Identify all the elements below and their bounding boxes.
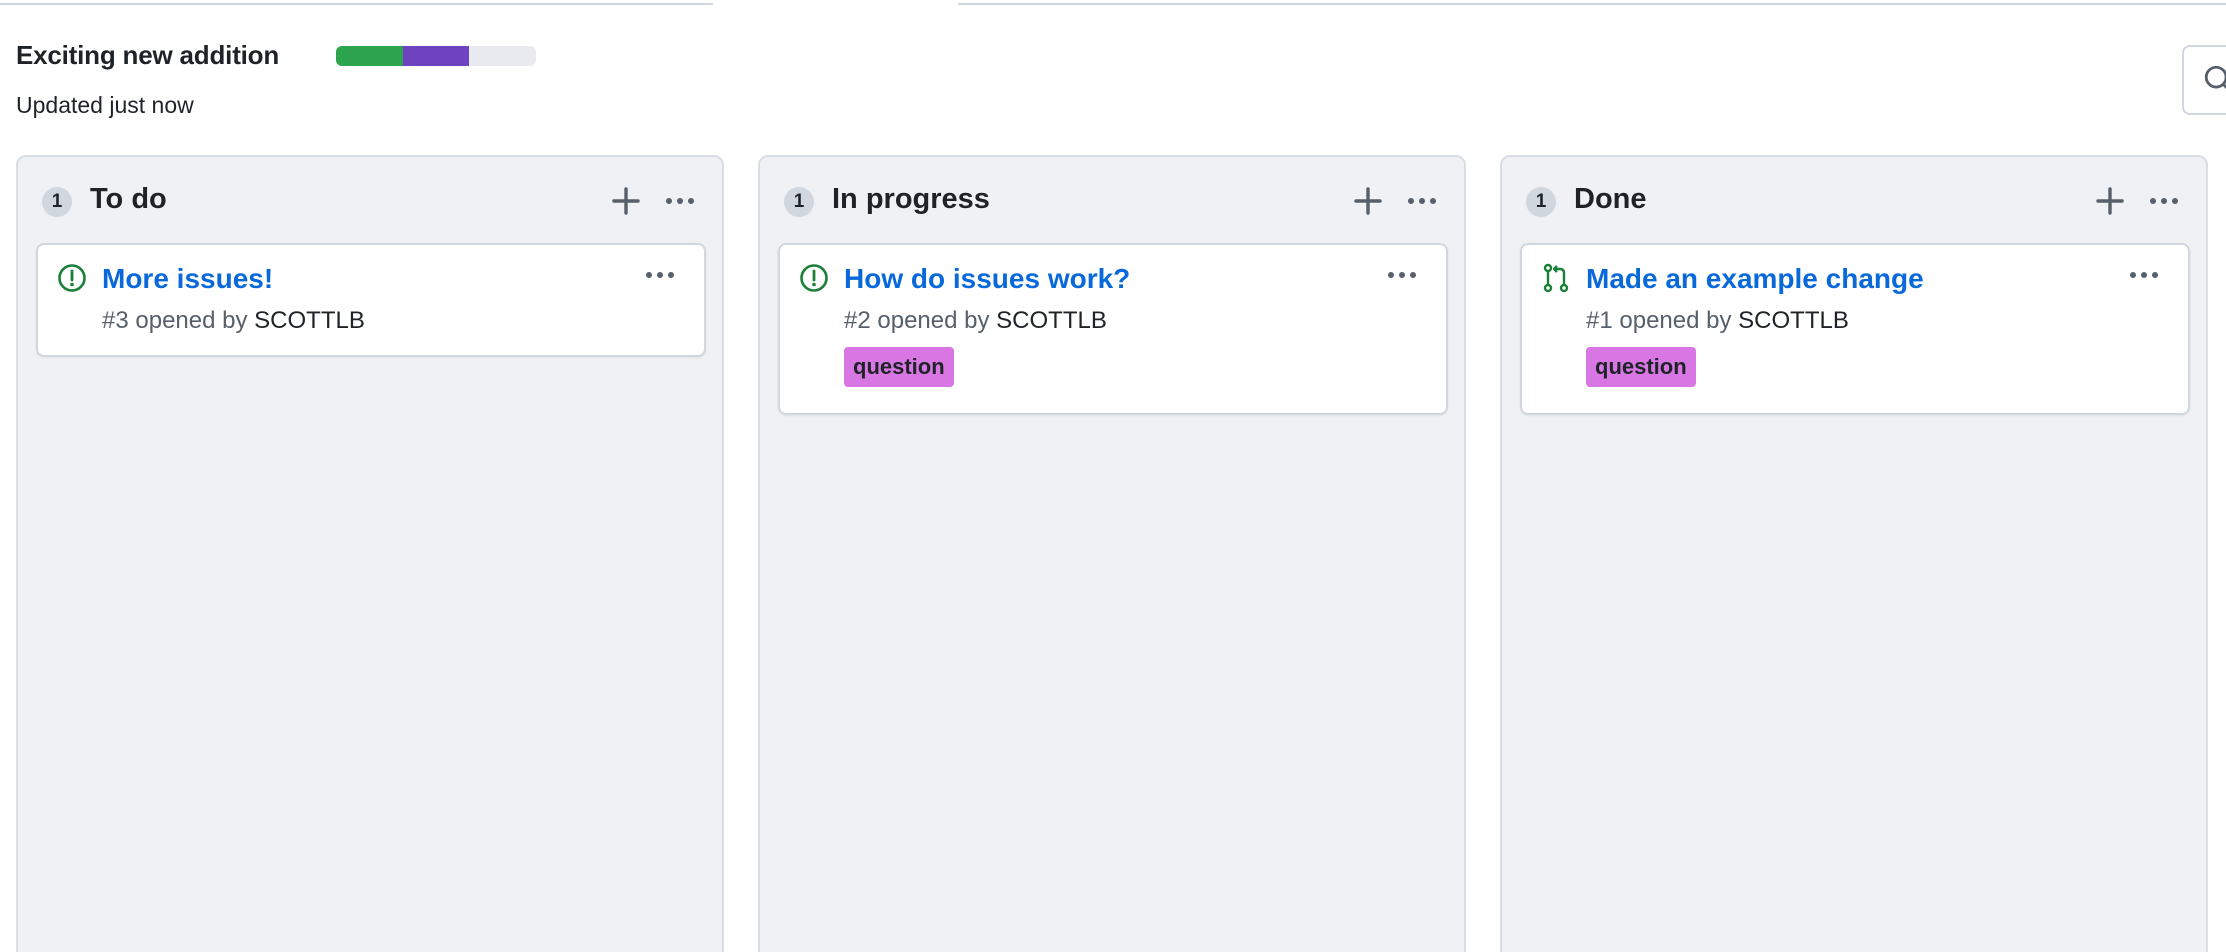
pull-request-card[interactable]: Made an example change #1 opened by SCOT… xyxy=(1520,243,2190,415)
issue-number: #2 xyxy=(844,307,871,334)
column-title: To do xyxy=(90,183,167,215)
project-title: Exciting new addition xyxy=(16,40,280,70)
tab-strip-divider xyxy=(958,0,2226,5)
plus-icon xyxy=(612,187,640,215)
tab-strip-divider xyxy=(0,0,713,5)
column-menu-button[interactable] xyxy=(1402,181,1442,221)
column-to-do: 1 To do More issues! #3 opened by SCOTTL… xyxy=(16,155,724,952)
project-progress-bar xyxy=(336,46,536,66)
card-title-link[interactable]: Made an example change xyxy=(1586,263,1924,295)
add-card-button[interactable] xyxy=(2090,181,2130,221)
issue-opened-icon xyxy=(58,264,86,292)
column-menu-button[interactable] xyxy=(2144,181,2184,221)
column-header: 1 In progress xyxy=(760,157,1464,245)
kebab-horizontal-icon xyxy=(646,272,674,278)
search-icon xyxy=(2204,65,2226,90)
column-card-count: 1 xyxy=(1526,187,1556,217)
card-title-link[interactable]: How do issues work? xyxy=(844,263,1130,295)
issue-card[interactable]: How do issues work? #2 opened by SCOTTLB… xyxy=(778,243,1448,415)
card-meta: #2 opened by SCOTTLB xyxy=(844,307,1107,335)
progress-done-segment xyxy=(336,46,403,66)
project-updated-status: Updated just now xyxy=(16,92,194,118)
card-menu-button[interactable] xyxy=(1382,257,1422,293)
card-author[interactable]: SCOTTLB xyxy=(996,307,1107,334)
kebab-horizontal-icon xyxy=(2130,272,2158,278)
column-card-count: 1 xyxy=(784,187,814,217)
kebab-horizontal-icon xyxy=(666,198,694,204)
column-card-count: 1 xyxy=(42,187,72,217)
project-board: Exciting new addition Updated just now 1… xyxy=(0,0,2226,952)
card-author[interactable]: SCOTTLB xyxy=(254,307,365,334)
column-header: 1 To do xyxy=(18,157,722,245)
kebab-horizontal-icon xyxy=(1408,198,1436,204)
card-meta: #3 opened by SCOTTLB xyxy=(102,307,365,335)
pr-number: #1 xyxy=(1586,307,1613,334)
card-meta: #1 opened by SCOTTLB xyxy=(1586,307,1849,335)
card-title-link[interactable]: More issues! xyxy=(102,263,273,295)
search-button[interactable] xyxy=(2182,45,2226,115)
column-header: 1 Done xyxy=(1502,157,2206,245)
column-done: 1 Done Made an example change #1 opened … xyxy=(1500,155,2208,952)
kebab-horizontal-icon xyxy=(1388,272,1416,278)
add-card-button[interactable] xyxy=(606,181,646,221)
issue-card[interactable]: More issues! #3 opened by SCOTTLB xyxy=(36,243,706,357)
column-in-progress: 1 In progress How do issues work? #2 ope… xyxy=(758,155,1466,952)
add-card-button[interactable] xyxy=(1348,181,1388,221)
column-title: Done xyxy=(1574,183,1647,215)
opened-by-text: opened by xyxy=(1619,307,1732,334)
column-menu-button[interactable] xyxy=(660,181,700,221)
progress-in-progress-segment xyxy=(402,46,470,66)
plus-icon xyxy=(2096,187,2124,215)
card-author[interactable]: SCOTTLB xyxy=(1738,307,1849,334)
label-question[interactable]: question xyxy=(1586,347,1696,387)
issue-opened-icon xyxy=(800,264,828,292)
plus-icon xyxy=(1354,187,1382,215)
label-question[interactable]: question xyxy=(844,347,954,387)
pull-request-icon xyxy=(1543,263,1569,293)
kebab-horizontal-icon xyxy=(2150,198,2178,204)
opened-by-text: opened by xyxy=(877,307,990,334)
opened-by-text: opened by xyxy=(135,307,248,334)
card-menu-button[interactable] xyxy=(640,257,680,293)
column-title: In progress xyxy=(832,183,990,215)
card-menu-button[interactable] xyxy=(2124,257,2164,293)
issue-number: #3 xyxy=(102,307,129,334)
